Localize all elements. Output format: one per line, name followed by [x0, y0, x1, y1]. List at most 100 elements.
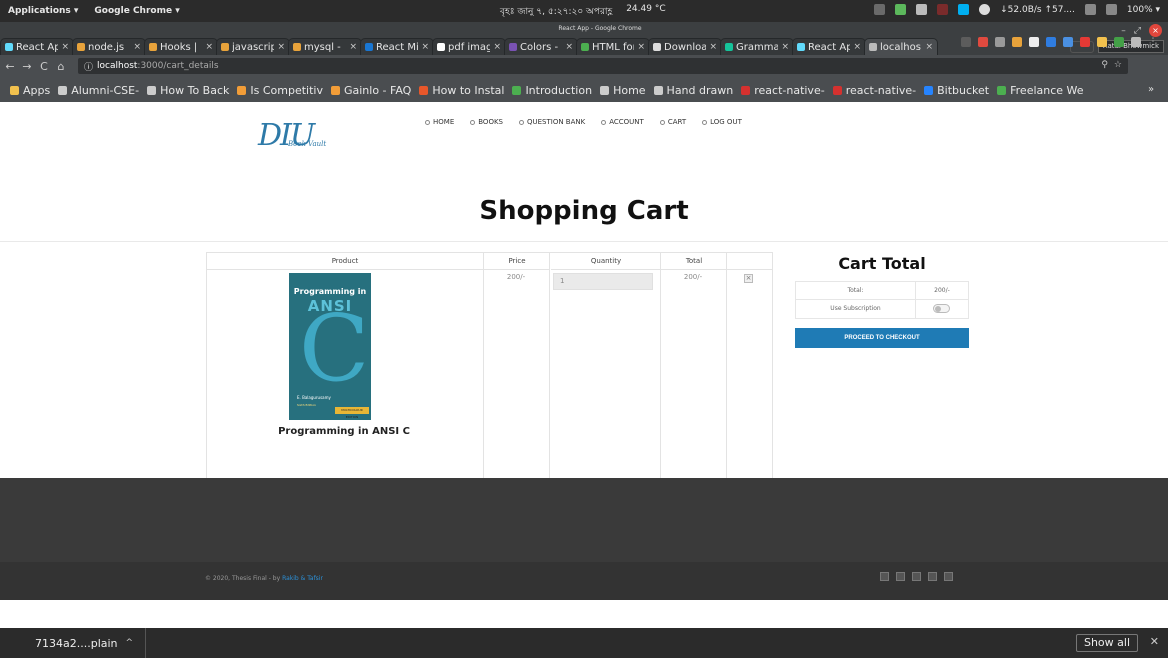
extension-icon[interactable] [1046, 37, 1056, 47]
tab-close-icon[interactable]: × [493, 42, 501, 52]
download-item[interactable]: 7134a2....plain ^ [0, 628, 146, 658]
tab-close-icon[interactable]: × [853, 42, 861, 52]
vpn-icon[interactable] [895, 4, 907, 15]
bookmark-item[interactable]: react-native- [741, 84, 825, 97]
author-link[interactable]: Rakib & Tafsir [282, 575, 323, 582]
browser-tab[interactable]: mysql - × [288, 38, 362, 55]
gmail-icon[interactable] [1029, 37, 1039, 47]
tab-close-icon[interactable]: × [61, 42, 69, 52]
browser-tab[interactable]: Colors - × [504, 38, 578, 55]
extension-icon[interactable] [1012, 37, 1022, 47]
bookmark-item[interactable]: Bitbucket [924, 84, 989, 97]
tab-close-icon[interactable]: × [781, 42, 789, 52]
bookmarks-overflow-icon[interactable]: » [1148, 84, 1154, 95]
applications-menu[interactable]: Applications ▾ [0, 6, 86, 16]
tab-close-icon[interactable]: × [277, 42, 285, 52]
browser-tab[interactable]: Gramma × [720, 38, 794, 55]
zoom-icon[interactable]: ⚲ [1101, 60, 1108, 70]
subscription-toggle[interactable] [933, 304, 950, 313]
monitor-icon[interactable] [937, 4, 949, 15]
home-icon[interactable]: ⌂ [54, 60, 68, 73]
extension-icon[interactable] [978, 37, 988, 47]
browser-tab[interactable]: React Ap × [0, 38, 74, 55]
nav-cart[interactable]: CART [659, 118, 686, 126]
extension-icon[interactable] [1131, 37, 1141, 47]
extension-icon[interactable] [1080, 37, 1090, 47]
skype-icon[interactable] [958, 4, 970, 15]
address-bar[interactable]: ⓘ localhost:3000/cart_details ⚲ ☆ [78, 58, 1128, 74]
tab-close-icon[interactable]: × [133, 42, 141, 52]
tab-close-icon[interactable]: × [637, 42, 645, 52]
browser-tab[interactable]: localhos × [864, 38, 938, 55]
tab-close-icon[interactable]: × [925, 42, 933, 52]
bookmark-item[interactable]: Apps [10, 84, 50, 97]
wifi-icon[interactable] [1084, 4, 1096, 15]
quantity-input[interactable]: 1 [553, 273, 653, 290]
book-cover-image[interactable]: Programming in ANSI C E. Balagurusamy Si… [289, 273, 371, 420]
browser-tab[interactable]: React Ap × [792, 38, 866, 55]
facebook-icon[interactable] [880, 572, 889, 581]
indicator-icon[interactable] [874, 4, 886, 15]
bookmark-item[interactable]: Introduction [512, 84, 592, 97]
nav-logout[interactable]: LOG OUT [702, 118, 742, 126]
bookmark-item[interactable]: Gainlo - FAQ [330, 84, 411, 97]
browser-tab[interactable]: React Mi × [360, 38, 434, 55]
bookmark-star-icon[interactable]: ☆ [1114, 60, 1122, 70]
bookmark-item[interactable]: react-native- [832, 84, 916, 97]
browser-tab[interactable]: HTML for × [576, 38, 650, 55]
bookmark-item[interactable]: Hand drawn [653, 83, 734, 97]
reload-icon[interactable]: C [37, 60, 51, 73]
close-window-icon[interactable]: × [1149, 24, 1162, 37]
tab-close-icon[interactable]: × [565, 42, 573, 52]
extension-icon[interactable] [961, 37, 971, 47]
extension-icon[interactable] [1114, 37, 1124, 47]
bookmark-item[interactable]: Home [600, 84, 646, 97]
status-icon[interactable] [979, 4, 991, 15]
nav-account[interactable]: ACCOUNT [601, 118, 644, 126]
tab-close-icon[interactable]: × [421, 42, 429, 52]
instagram-icon[interactable] [912, 572, 921, 581]
maximize-icon[interactable]: ⤢ [1134, 26, 1141, 36]
extension-icon[interactable] [995, 37, 1005, 47]
browser-tab[interactable]: pdf imag × [432, 38, 506, 55]
battery-indicator[interactable]: 100% ▾ [1127, 5, 1160, 15]
tab-close-icon[interactable]: × [709, 42, 717, 52]
browser-tab[interactable]: Downloa × [648, 38, 722, 55]
twitter-icon[interactable] [896, 572, 905, 581]
os-weather[interactable]: 24.49 °C [626, 4, 665, 19]
linkedin-icon[interactable] [928, 572, 937, 581]
nav-books[interactable]: BOOKS [470, 118, 503, 126]
show-all-button[interactable]: Show all [1075, 634, 1138, 652]
back-arrow-icon[interactable]: ← [3, 60, 17, 73]
chrome-app-menu[interactable]: Google Chrome ▾ [86, 6, 187, 16]
youtube-icon[interactable] [944, 572, 953, 581]
dropbox-icon[interactable] [916, 4, 928, 15]
bookmark-item[interactable]: How To Back [147, 84, 229, 97]
bookmark-label: Hand drawn [666, 83, 734, 97]
nav-question-bank[interactable]: QUESTION BANK [518, 118, 585, 126]
remove-item-icon[interactable]: × [744, 274, 753, 283]
tab-close-icon[interactable]: × [205, 42, 213, 52]
tab-close-icon[interactable]: × [349, 42, 357, 52]
menu-dots-icon[interactable]: ⋮ [1148, 37, 1158, 47]
chevron-up-icon[interactable]: ^ [126, 638, 134, 648]
os-clock[interactable]: বৃহঃ জানু ৭, ৫:২৭:২০ অপরাহ্ণ [500, 4, 612, 19]
minimize-icon[interactable]: – [1121, 26, 1126, 36]
bookmark-item[interactable]: Freelance We [997, 84, 1084, 97]
bookmark-item[interactable]: Is Competitiv [237, 84, 323, 97]
info-icon[interactable]: ⓘ [84, 60, 93, 73]
product-name[interactable]: Programming in ANSI C [206, 426, 482, 437]
forward-arrow-icon[interactable]: → [20, 60, 34, 73]
extension-icon[interactable] [1063, 37, 1073, 47]
bookmark-item[interactable]: Alumni-CSE- [58, 84, 139, 97]
site-logo[interactable]: DIU Book Vault [258, 118, 368, 158]
browser-tab[interactable]: Hooks | × [144, 38, 218, 55]
close-shelf-icon[interactable]: ✕ [1150, 635, 1159, 648]
browser-tab[interactable]: javascrip × [216, 38, 290, 55]
nav-home[interactable]: HOME [425, 118, 454, 126]
browser-tab[interactable]: node.js × [72, 38, 146, 55]
extension-icon[interactable] [1097, 37, 1107, 47]
bookmark-item[interactable]: How to Instal [419, 84, 504, 97]
proceed-to-checkout-button[interactable]: PROCEED TO CHECKOUT [795, 328, 969, 348]
volume-icon[interactable] [1105, 4, 1117, 15]
